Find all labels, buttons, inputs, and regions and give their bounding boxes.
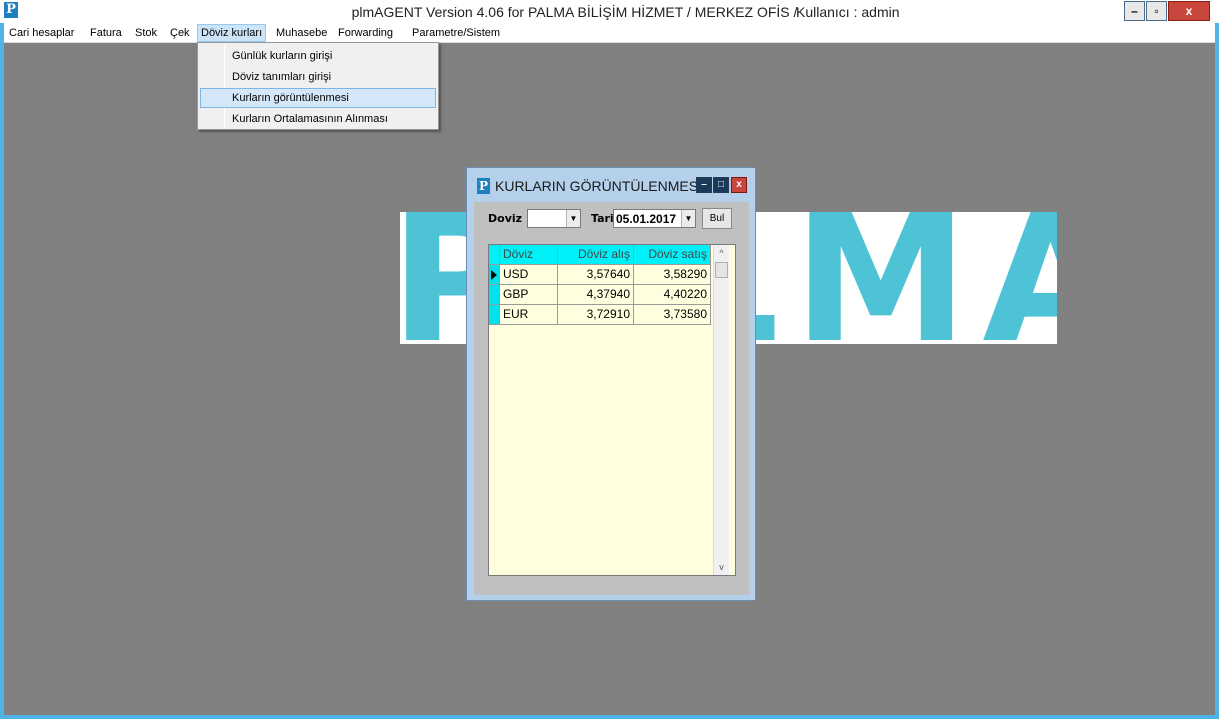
scroll-up-icon[interactable]: ^ — [714, 245, 729, 261]
kurlar-grid[interactable]: Döviz Döviz alış Döviz satış USD 3,57640… — [488, 244, 736, 576]
menu-muhasebe[interactable]: Muhasebe — [273, 25, 330, 41]
chevron-down-icon[interactable]: ▼ — [566, 210, 580, 227]
child-maximize-button[interactable]: □ — [713, 177, 729, 193]
doviz-label: Doviz — [488, 212, 523, 225]
cell-doviz-alis[interactable]: 3,72910 — [558, 305, 634, 325]
cell-doviz-satis[interactable]: 3,58290 — [634, 265, 711, 285]
child-minimize-button[interactable]: – — [696, 177, 712, 193]
grid-vertical-scrollbar[interactable]: ^ v — [713, 245, 729, 575]
column-header-doviz[interactable]: Döviz — [500, 245, 558, 265]
chevron-down-icon[interactable]: ▼ — [681, 210, 695, 227]
grid-header-indicator — [489, 245, 500, 265]
title-bar: P plmAGENT Version 4.06 for PALMA BİLİŞİ… — [0, 0, 1219, 23]
cell-doviz-alis[interactable]: 4,37940 — [558, 285, 634, 305]
menu-bar: Cari hesaplar Fatura Stok Çek Döviz kurl… — [4, 23, 1215, 43]
window-title: plmAGENT Version 4.06 for PALMA BİLİŞİM … — [351, 4, 798, 20]
menu-fatura[interactable]: Fatura — [87, 25, 125, 41]
child-title-bar[interactable]: P KURLARIN GÖRÜNTÜLENMESİ – □ x — [467, 168, 755, 202]
cell-doviz[interactable]: GBP — [500, 285, 558, 305]
row-indicator — [489, 305, 500, 325]
restore-button[interactable]: ▫ — [1146, 1, 1167, 21]
minimize-button[interactable]: – — [1124, 1, 1145, 21]
cell-doviz-alis[interactable]: 3,57640 — [558, 265, 634, 285]
table-row[interactable]: USD 3,57640 3,58290 — [489, 265, 711, 285]
cell-doviz[interactable]: USD — [500, 265, 558, 285]
menu-gunluk-kurlarin-girisi[interactable]: Günlük kurların girişi — [200, 46, 436, 66]
doviz-select[interactable]: ▼ — [527, 209, 581, 228]
grid-header-row: Döviz Döviz alış Döviz satış — [489, 245, 711, 265]
cell-doviz-satis[interactable]: 4,40220 — [634, 285, 711, 305]
kurlarin-goruntulenmesi-window: P KURLARIN GÖRÜNTÜLENMESİ – □ x Doviz ▼ … — [466, 167, 756, 601]
menu-stok[interactable]: Stok — [132, 25, 160, 41]
column-header-doviz-satis[interactable]: Döviz satış — [634, 245, 711, 265]
bul-button[interactable]: Bul — [702, 208, 732, 229]
menu-parametre-sistem[interactable]: Parametre/Sistem — [409, 25, 503, 41]
menu-cari-hesaplar[interactable]: Cari hesaplar — [6, 25, 77, 41]
cell-doviz[interactable]: EUR — [500, 305, 558, 325]
menu-doviz-kurlari[interactable]: Döviz kurları — [197, 24, 267, 42]
tarih-date-picker[interactable]: 05.01.2017 ▼ — [613, 209, 696, 228]
child-close-button[interactable]: x — [731, 177, 747, 193]
menu-kurlarin-goruntulenmesi[interactable]: Kurların görüntülenmesi — [200, 88, 436, 108]
user-label: Kullanıcı : admin — [796, 4, 900, 20]
tarih-value: 05.01.2017 — [616, 212, 677, 226]
doviz-kurlari-dropdown: Günlük kurların girişi Döviz tanımları g… — [197, 42, 439, 130]
scroll-down-icon[interactable]: v — [714, 559, 729, 575]
menu-doviz-tanimlari-girisi[interactable]: Döviz tanımları girişi — [200, 67, 436, 87]
row-indicator — [489, 285, 500, 305]
child-window-body: Doviz ▼ Tarih 05.01.2017 ▼ Bul Döviz Döv… — [474, 202, 749, 595]
column-header-doviz-alis[interactable]: Döviz alış — [558, 245, 634, 265]
child-window-title: KURLARIN GÖRÜNTÜLENMESİ — [495, 178, 702, 194]
row-indicator — [489, 265, 500, 285]
cell-doviz-satis[interactable]: 3,73580 — [634, 305, 711, 325]
app-window: P plmAGENT Version 4.06 for PALMA BİLİŞİ… — [0, 0, 1219, 719]
close-button[interactable]: x — [1168, 1, 1210, 21]
menu-cek[interactable]: Çek — [167, 25, 193, 41]
table-row[interactable]: EUR 3,72910 3,73580 — [489, 305, 711, 325]
table-row[interactable]: GBP 4,37940 4,40220 — [489, 285, 711, 305]
menu-kurlarin-ortalamasinin-alinmasi[interactable]: Kurların Ortalamasının Alınması — [200, 109, 436, 129]
menu-forwarding[interactable]: Forwarding — [335, 25, 396, 41]
child-logo-icon: P — [477, 178, 490, 194]
current-row-pointer-icon — [491, 270, 497, 280]
scrollbar-thumb[interactable] — [715, 262, 728, 278]
